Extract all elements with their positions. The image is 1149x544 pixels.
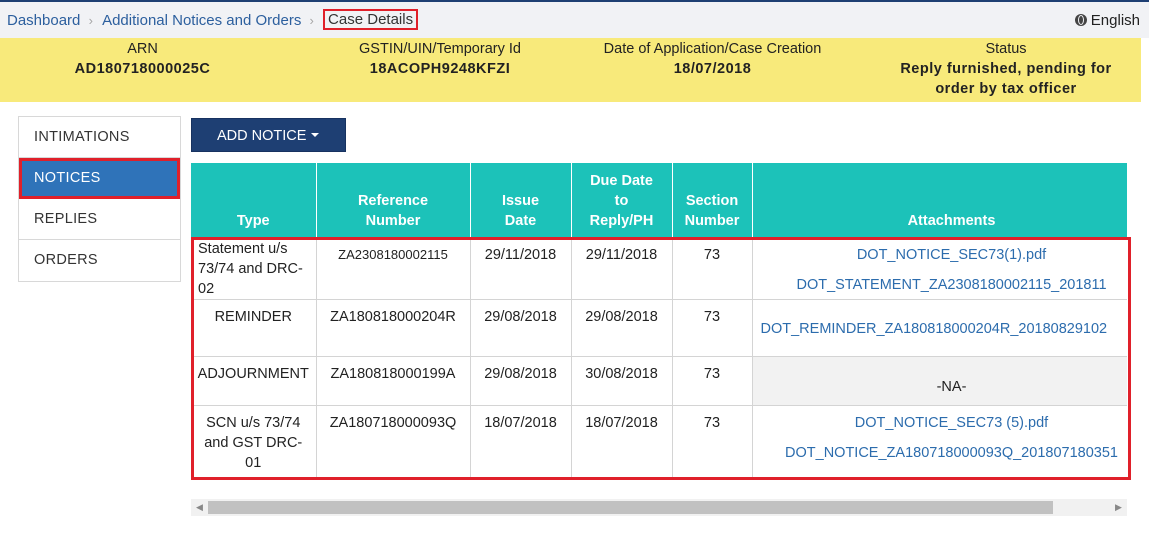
col-header-due-date[interactable]: Due Date to Reply/PH	[571, 163, 673, 238]
date-block: Date of Application/Case Creation 18/07/…	[580, 40, 845, 79]
cell-type: REMINDER	[191, 299, 317, 357]
attachment-link[interactable]: DOT_NOTICE_SEC73(1).pdf	[757, 245, 1128, 265]
cell-due-date: 30/08/2018	[571, 356, 673, 406]
cell-reference: ZA2308180002115	[316, 238, 471, 300]
breadcrumb-bar: Dashboard › Additional Notices and Order…	[0, 2, 1149, 38]
cell-due-date: 29/11/2018	[571, 238, 673, 300]
col-header-attachments[interactable]: Attachments	[752, 163, 1127, 238]
attachment-link[interactable]: DOT_STATEMENT_ZA2308180002115_201811	[757, 275, 1128, 295]
cell-attachments: DOT_REMINDER_ZA180818000204R_20180829102	[752, 299, 1128, 357]
cell-reference: ZA180818000199A	[316, 356, 471, 406]
table-row: REMINDER ZA180818000204R 29/08/2018 29/0…	[191, 299, 1128, 357]
arn-value: AD180718000025C	[74, 61, 211, 77]
cell-issue-date: 18/07/2018	[470, 405, 572, 479]
attachment-link[interactable]: DOT_NOTICE_SEC73 (5).pdf	[757, 413, 1128, 433]
status-block: Status Reply furnished, pending for orde…	[880, 40, 1132, 99]
col-header-section[interactable]: Section Number	[672, 163, 753, 238]
arrow-left-icon[interactable]: ◀	[191, 499, 208, 516]
table-row: ADJOURNMENT ZA180818000199A 29/08/2018 3…	[191, 356, 1127, 406]
chevron-right-icon: ›	[309, 13, 314, 28]
attachment-link[interactable]: DOT_NOTICE_ZA180718000093Q_201807180351	[757, 443, 1128, 463]
status-value-line2: order by tax officer	[935, 81, 1077, 97]
case-info-band: ARN AD180718000025C GSTIN/UIN/Temporary …	[0, 38, 1141, 102]
cell-section: 73	[672, 299, 753, 357]
sidebar-item-replies[interactable]: REPLIES	[19, 199, 180, 240]
add-notice-button[interactable]: ADD NOTICE	[191, 118, 346, 152]
col-header-issue-date[interactable]: Issue Date	[470, 163, 572, 238]
cell-issue-date: 29/08/2018	[470, 299, 572, 357]
date-value: 18/07/2018	[673, 61, 752, 77]
cell-attachments: DOT_NOTICE_SEC73 (5).pdf DOT_NOTICE_ZA18…	[752, 405, 1128, 479]
cell-section: 73	[672, 238, 753, 300]
notices-table-container: Type Reference Number Issue Date Due Date t…	[191, 163, 1127, 479]
globe-icon	[1074, 14, 1087, 26]
attachment-link[interactable]: DOT_REMINDER_ZA180818000204R_20180829102	[757, 319, 1128, 339]
cell-section: 73	[672, 405, 753, 479]
cell-reference: ZA180818000204R	[316, 299, 471, 357]
case-sidebar: INTIMATIONS NOTICES REPLIES ORDERS	[18, 116, 181, 282]
status-label: Status	[985, 41, 1027, 57]
language-selector[interactable]: English	[1074, 12, 1140, 29]
notices-table: Type Reference Number Issue Date Due Date t…	[191, 163, 1127, 479]
chevron-right-icon: ›	[88, 13, 93, 28]
cell-due-date: 18/07/2018	[571, 405, 673, 479]
cell-reference: ZA180718000093Q	[316, 405, 471, 479]
breadcrumb-current: Case Details	[323, 9, 419, 30]
arrow-right-icon[interactable]: ▶	[1110, 499, 1127, 516]
col-header-type[interactable]: Type	[191, 163, 317, 238]
date-label: Date of Application/Case Creation	[603, 41, 822, 57]
arn-label: ARN	[127, 41, 158, 57]
sidebar-item-intimations[interactable]: INTIMATIONS	[19, 117, 180, 158]
horizontal-scrollbar[interactable]: ◀ ▶	[191, 499, 1127, 516]
case-details-page: Dashboard › Additional Notices and Order…	[0, 0, 1149, 544]
sidebar-item-orders[interactable]: ORDERS	[19, 240, 180, 281]
cell-due-date: 29/08/2018	[571, 299, 673, 357]
gstin-block: GSTIN/UIN/Temporary Id 18ACOPH9248KFZI	[320, 40, 560, 79]
caret-down-icon	[311, 133, 320, 137]
cell-type: Statement u/s 73/74 and DRC- 02	[191, 238, 317, 300]
gstin-value: 18ACOPH9248KFZI	[369, 61, 511, 77]
scrollbar-thumb[interactable]	[208, 501, 1053, 514]
col-header-reference[interactable]: Reference Number	[316, 163, 471, 238]
cell-attachments: DOT_NOTICE_SEC73(1).pdf DOT_STATEMENT_ZA…	[752, 238, 1127, 300]
gstin-label: GSTIN/UIN/Temporary Id	[359, 41, 521, 57]
cell-section: 73	[672, 356, 753, 406]
cell-attachments-na: -NA-	[752, 356, 1127, 406]
cell-type: ADJOURNMENT	[191, 356, 317, 406]
cell-issue-date: 29/11/2018	[470, 238, 572, 300]
arn-block: ARN AD180718000025C	[40, 40, 245, 79]
cell-type: SCN u/s 73/74 and GST DRC- 01	[191, 405, 317, 479]
language-label: English	[1090, 12, 1140, 29]
sidebar-item-notices[interactable]: NOTICES	[19, 158, 180, 199]
table-row: SCN u/s 73/74 and GST DRC- 01 ZA1807180000…	[191, 405, 1128, 479]
breadcrumb-notices-link[interactable]: Additional Notices and Orders	[102, 12, 301, 29]
table-row: Statement u/s 73/74 and DRC- 02 ZA23081800…	[191, 238, 1127, 300]
breadcrumb-dashboard-link[interactable]: Dashboard	[7, 12, 80, 29]
table-header-row: Type Reference Number Issue Date Due Date t…	[191, 163, 1127, 238]
breadcrumb: Dashboard › Additional Notices and Order…	[7, 9, 419, 30]
add-notice-label: ADD NOTICE	[217, 128, 307, 144]
status-value-line1: Reply furnished, pending for	[900, 61, 1112, 77]
cell-issue-date: 29/08/2018	[470, 356, 572, 406]
